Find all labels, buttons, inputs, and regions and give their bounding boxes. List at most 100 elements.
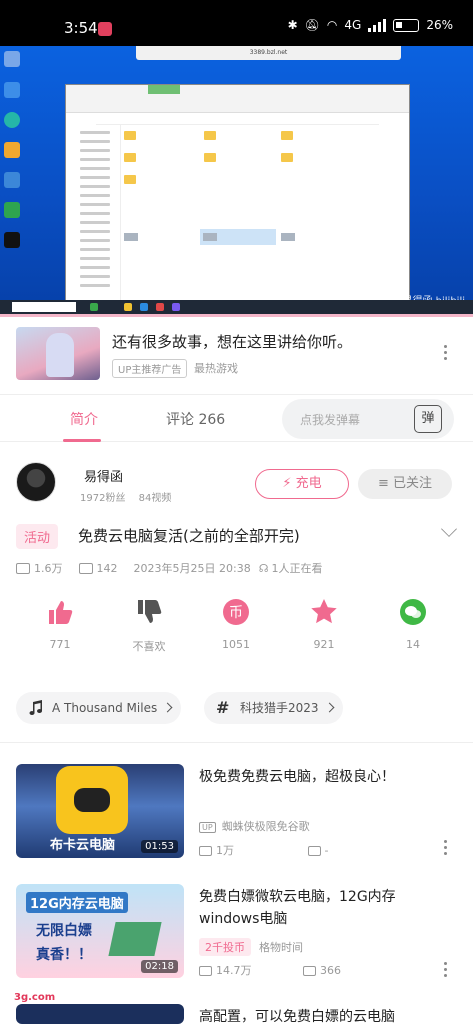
action-bar: 771 不喜欢 币 1051 921 14 (0, 598, 473, 654)
more-options-icon[interactable] (444, 345, 448, 363)
thumbs-down-icon (138, 600, 162, 623)
view-count: 1万 (216, 844, 234, 857)
danmaku-count-icon (78, 562, 93, 574)
view-count: 14.7万 (216, 964, 252, 977)
uploader-name[interactable]: 易得函 (84, 466, 123, 485)
danmaku-count: 142 (96, 561, 118, 575)
ad-category: 最热游戏 (194, 362, 238, 375)
status-time: 3:54 (64, 19, 98, 37)
share-count: 14 (406, 638, 420, 651)
battery-icon (393, 18, 420, 32)
ad-thumbnail (16, 327, 100, 380)
taskbar-app-icon (90, 303, 98, 311)
video-duration: 01:53 (141, 840, 178, 853)
coin-icon: 币 (223, 599, 249, 625)
uploader-followers: 1972粉丝 (80, 493, 126, 504)
recommended-title: 高配置，可以免费白嫖的云电脑 (199, 1009, 395, 1024)
tab-comments[interactable]: 评论 266 (166, 409, 225, 429)
video-thumbnail: 12G内存云电脑 无限白嫖 真香！！ 02:18 (16, 884, 184, 978)
battery-percent: 26% (426, 18, 453, 32)
star-icon (311, 599, 337, 624)
music-note-icon (29, 700, 43, 716)
file-explorer-window (65, 84, 410, 314)
view-count: 1.6万 (34, 562, 63, 575)
more-options-icon[interactable] (444, 840, 448, 858)
wechat-icon (400, 599, 426, 625)
danmaku-count: 366 (320, 964, 341, 977)
folder-icon (124, 175, 136, 184)
video-duration: 02:18 (141, 960, 178, 973)
remote-url-bar: 3389.bzl.net (136, 46, 401, 60)
ad-banner[interactable]: 还有很多故事，想在这里讲给你听。 UP主推荐广告 最热游戏 (0, 314, 473, 394)
play-count-icon (16, 562, 30, 574)
play-count-icon (199, 966, 212, 976)
thumbs-up-icon (49, 601, 73, 624)
more-options-icon[interactable] (444, 962, 448, 980)
recommended-title: 极免费免费云电脑，超极良心！ (199, 769, 395, 785)
video-thumbnail: 布卡云电脑 01:53 (16, 764, 184, 858)
charge-button[interactable]: ⚡︎ 充电 (255, 469, 349, 499)
explorer-ribbon (66, 85, 409, 113)
menu-icon: ≡ (377, 476, 389, 491)
chevron-right-icon (324, 702, 334, 713)
recommended-video-card[interactable]: 布卡云电脑 01:53 极免费免费云电脑，超极良心！ UP 蜘蛛侠极限免谷歌 1万… (16, 764, 456, 860)
danmaku-placeholder: 点我发弹幕 (300, 413, 361, 427)
taskbar-app-icon (172, 303, 180, 311)
share-button[interactable]: 14 (368, 598, 458, 651)
danmaku-input[interactable]: 点我发弹幕 弹 (282, 399, 454, 439)
recommended-video-card[interactable]: 12G内存云电脑 无限白嫖 真香！！ 02:18 免费白嫖微软云电脑，12G内存… (16, 884, 456, 980)
follow-label: 已关注 (393, 476, 433, 491)
publish-date: 2023年5月25日 20:38 (133, 562, 251, 575)
danmaku-count: - (324, 844, 329, 857)
topic-tag[interactable]: # 科技猎手2023 (204, 692, 343, 724)
ad-title: 还有很多故事，想在这里讲给你听。 (112, 333, 353, 351)
video-title-row[interactable]: 活动 免费云电脑复活(之前的全部开完) (16, 521, 457, 550)
lightning-icon: ⚡︎ (282, 476, 292, 491)
ad-tag: UP主推荐广告 (112, 359, 188, 378)
recommended-title: 免费白嫖微软云电脑，12G内存windows电脑 (199, 889, 396, 927)
uploader-name: 格物时间 (259, 941, 303, 954)
chip-icon (108, 922, 162, 956)
tag-row: A Thousand Miles # 科技猎手2023 (16, 692, 456, 724)
video-title: 免费云电脑复活(之前的全部开完) (78, 527, 300, 545)
svg-text:币: 币 (229, 605, 243, 621)
section-divider (0, 742, 473, 743)
drive-icon (203, 233, 217, 241)
windows-taskbar (0, 300, 473, 314)
follow-button[interactable]: ≡ 已关注 (358, 469, 452, 499)
gamepad-icon (74, 788, 110, 812)
taskbar-app-icon (156, 303, 164, 311)
recommended-stats: 1万 - (199, 842, 328, 858)
network-type: 4G (344, 18, 362, 32)
recommended-uploader: 2千投币 格物时间 (199, 938, 303, 956)
recommended-video-card[interactable]: 高配置，可以免费白嫖的云电脑 (16, 1004, 456, 1024)
coin-button[interactable]: 币 1051 (191, 598, 281, 651)
desktop-icon (4, 82, 20, 98)
like-button[interactable]: 771 (15, 598, 105, 651)
watching-count: 1人正在看 (271, 562, 323, 575)
watching-icon: ☊ (258, 561, 269, 575)
wifi-icon: ◠ (326, 18, 338, 32)
thumbnail-caption: 12G内存云电脑 (26, 892, 128, 913)
desktop-icon (4, 51, 20, 67)
chevron-down-icon[interactable] (441, 521, 457, 537)
uploader-avatar[interactable] (16, 462, 56, 502)
folder-icon (204, 131, 216, 140)
drive-icon (281, 233, 295, 241)
danmaku-toggle-button[interactable]: 弹 (414, 405, 442, 433)
video-player[interactable]: 3389.bzl.net 易得函 bilibili (0, 46, 473, 314)
uploader-videos: 84视频 (138, 493, 172, 504)
explorer-nav-pane (66, 125, 121, 305)
favorite-button[interactable]: 921 (279, 598, 369, 651)
folder-icon (281, 131, 293, 140)
uploader-meta: 1972粉丝 84视频 (80, 489, 171, 504)
site-watermark: 3g.com (14, 992, 56, 1003)
music-tag[interactable]: A Thousand Miles (16, 692, 182, 724)
status-icons: ✱ 🔕︎ ◠ 4G 26% (288, 18, 453, 32)
coin-count: 1051 (222, 638, 250, 651)
folder-icon (124, 131, 136, 140)
tab-intro[interactable]: 简介 (70, 409, 98, 429)
dislike-label: 不喜欢 (132, 640, 166, 653)
topic-tag-label: 科技猎手2023 (240, 701, 319, 715)
dislike-button[interactable]: 不喜欢 (104, 598, 194, 654)
